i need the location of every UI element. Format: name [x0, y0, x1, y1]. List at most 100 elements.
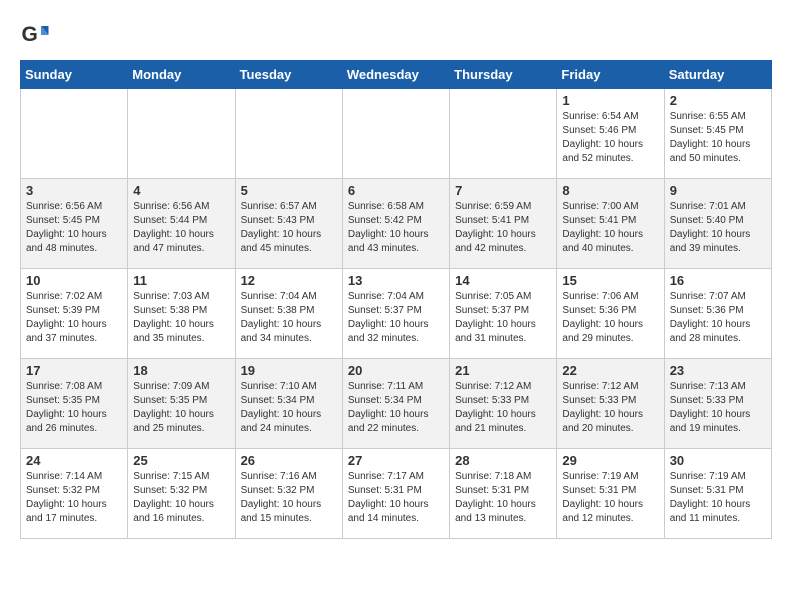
day-info: Sunrise: 7:12 AM Sunset: 5:33 PM Dayligh… [455, 380, 551, 436]
logo: G [20, 20, 54, 50]
day-number: 4 [133, 183, 229, 198]
day-info: Sunrise: 7:00 AM Sunset: 5:41 PM Dayligh… [562, 200, 658, 256]
calendar-cell: 6 Sunrise: 6:58 AM Sunset: 5:42 PM Daylig… [342, 179, 449, 269]
weekday-monday: Monday [128, 61, 235, 89]
calendar-cell: 5 Sunrise: 6:57 AM Sunset: 5:43 PM Daylig… [235, 179, 342, 269]
day-info: Sunrise: 7:03 AM Sunset: 5:38 PM Dayligh… [133, 290, 229, 346]
weekday-tuesday: Tuesday [235, 61, 342, 89]
calendar-cell: 28Sunrise: 7:18 AM Sunset: 5:31 PM Dayli… [450, 449, 557, 539]
day-info: Sunrise: 6:58 AM Sunset: 5:42 PM Dayligh… [348, 200, 444, 256]
day-number: 27 [348, 453, 444, 468]
day-number: 13 [348, 273, 444, 288]
day-number: 30 [670, 453, 766, 468]
calendar-cell: 21 Sunrise: 7:12 AM Sunset: 5:33 PM Dayli… [450, 359, 557, 449]
calendar-week-3: 10Sunrise: 7:02 AM Sunset: 5:39 PM Dayli… [21, 269, 772, 359]
calendar-body: 1 Sunrise: 6:54 AM Sunset: 5:46 PM Daylig… [21, 89, 772, 539]
calendar-week-2: 3 Sunrise: 6:56 AM Sunset: 5:45 PM Daylig… [21, 179, 772, 269]
day-info: Sunrise: 6:57 AM Sunset: 5:43 PM Dayligh… [241, 200, 337, 256]
calendar-week-4: 17Sunrise: 7:08 AM Sunset: 5:35 PM Dayli… [21, 359, 772, 449]
day-number: 24 [26, 453, 122, 468]
day-info: Sunrise: 7:15 AM Sunset: 5:32 PM Dayligh… [133, 470, 229, 526]
day-info: Sunrise: 7:17 AM Sunset: 5:31 PM Dayligh… [348, 470, 444, 526]
calendar-cell [342, 89, 449, 179]
day-info: Sunrise: 7:16 AM Sunset: 5:32 PM Dayligh… [241, 470, 337, 526]
calendar-cell: 7 Sunrise: 6:59 AM Sunset: 5:41 PM Daylig… [450, 179, 557, 269]
calendar-cell [128, 89, 235, 179]
day-number: 1 [562, 93, 658, 108]
calendar-cell: 22 Sunrise: 7:12 AM Sunset: 5:33 PM Dayli… [557, 359, 664, 449]
calendar-cell: 18 Sunrise: 7:09 AM Sunset: 5:35 PM Dayli… [128, 359, 235, 449]
day-info: Sunrise: 7:14 AM Sunset: 5:32 PM Dayligh… [26, 470, 122, 526]
day-info: Sunrise: 7:06 AM Sunset: 5:36 PM Dayligh… [562, 290, 658, 346]
day-number: 25 [133, 453, 229, 468]
weekday-sunday: Sunday [21, 61, 128, 89]
day-info: Sunrise: 7:11 AM Sunset: 5:34 PM Dayligh… [348, 380, 444, 436]
calendar-cell: 30 Sunrise: 7:19 AM Sunset: 5:31 PM Dayli… [664, 449, 771, 539]
calendar-cell: 1 Sunrise: 6:54 AM Sunset: 5:46 PM Daylig… [557, 89, 664, 179]
calendar-week-1: 1 Sunrise: 6:54 AM Sunset: 5:46 PM Daylig… [21, 89, 772, 179]
day-number: 7 [455, 183, 551, 198]
day-info: Sunrise: 7:12 AM Sunset: 5:33 PM Dayligh… [562, 380, 658, 436]
day-number: 16 [670, 273, 766, 288]
calendar-cell: 11 Sunrise: 7:03 AM Sunset: 5:38 PM Dayli… [128, 269, 235, 359]
calendar-week-5: 24 Sunrise: 7:14 AM Sunset: 5:32 PM Dayli… [21, 449, 772, 539]
calendar-cell: 12 Sunrise: 7:04 AM Sunset: 5:38 PM Dayli… [235, 269, 342, 359]
calendar-cell: 20 Sunrise: 7:11 AM Sunset: 5:34 PM Dayli… [342, 359, 449, 449]
day-number: 19 [241, 363, 337, 378]
day-info: Sunrise: 7:13 AM Sunset: 5:33 PM Dayligh… [670, 380, 766, 436]
weekday-thursday: Thursday [450, 61, 557, 89]
day-number: 3 [26, 183, 122, 198]
calendar-cell: 2Sunrise: 6:55 AM Sunset: 5:45 PM Daylig… [664, 89, 771, 179]
day-info: Sunrise: 7:02 AM Sunset: 5:39 PM Dayligh… [26, 290, 122, 346]
day-number: 6 [348, 183, 444, 198]
day-info: Sunrise: 7:04 AM Sunset: 5:38 PM Dayligh… [241, 290, 337, 346]
calendar-cell [21, 89, 128, 179]
day-info: Sunrise: 6:59 AM Sunset: 5:41 PM Dayligh… [455, 200, 551, 256]
day-number: 21 [455, 363, 551, 378]
weekday-friday: Friday [557, 61, 664, 89]
day-info: Sunrise: 6:54 AM Sunset: 5:46 PM Dayligh… [562, 110, 658, 166]
weekday-wednesday: Wednesday [342, 61, 449, 89]
day-number: 12 [241, 273, 337, 288]
day-number: 22 [562, 363, 658, 378]
day-info: Sunrise: 7:04 AM Sunset: 5:37 PM Dayligh… [348, 290, 444, 346]
day-info: Sunrise: 7:01 AM Sunset: 5:40 PM Dayligh… [670, 200, 766, 256]
calendar-cell: 13 Sunrise: 7:04 AM Sunset: 5:37 PM Dayli… [342, 269, 449, 359]
day-info: Sunrise: 6:56 AM Sunset: 5:45 PM Dayligh… [26, 200, 122, 256]
day-number: 15 [562, 273, 658, 288]
day-number: 5 [241, 183, 337, 198]
calendar-cell: 15 Sunrise: 7:06 AM Sunset: 5:36 PM Dayli… [557, 269, 664, 359]
day-number: 29 [562, 453, 658, 468]
day-number: 20 [348, 363, 444, 378]
calendar-cell: 9Sunrise: 7:01 AM Sunset: 5:40 PM Daylig… [664, 179, 771, 269]
day-info: Sunrise: 6:56 AM Sunset: 5:44 PM Dayligh… [133, 200, 229, 256]
day-number: 18 [133, 363, 229, 378]
day-number: 26 [241, 453, 337, 468]
svg-text:G: G [22, 23, 38, 46]
day-number: 11 [133, 273, 229, 288]
day-number: 17 [26, 363, 122, 378]
calendar-cell: 27 Sunrise: 7:17 AM Sunset: 5:31 PM Dayli… [342, 449, 449, 539]
calendar-cell [235, 89, 342, 179]
day-number: 14 [455, 273, 551, 288]
calendar-cell: 29 Sunrise: 7:19 AM Sunset: 5:31 PM Dayli… [557, 449, 664, 539]
logo-icon: G [20, 20, 50, 50]
calendar-cell: 10Sunrise: 7:02 AM Sunset: 5:39 PM Dayli… [21, 269, 128, 359]
day-number: 2 [670, 93, 766, 108]
day-info: Sunrise: 7:10 AM Sunset: 5:34 PM Dayligh… [241, 380, 337, 436]
day-info: Sunrise: 7:19 AM Sunset: 5:31 PM Dayligh… [670, 470, 766, 526]
calendar-cell: 26 Sunrise: 7:16 AM Sunset: 5:32 PM Dayli… [235, 449, 342, 539]
day-number: 8 [562, 183, 658, 198]
calendar-cell: 3 Sunrise: 6:56 AM Sunset: 5:45 PM Daylig… [21, 179, 128, 269]
day-number: 23 [670, 363, 766, 378]
day-info: Sunrise: 7:19 AM Sunset: 5:31 PM Dayligh… [562, 470, 658, 526]
day-info: Sunrise: 7:07 AM Sunset: 5:36 PM Dayligh… [670, 290, 766, 346]
day-number: 28 [455, 453, 551, 468]
day-info: Sunrise: 7:09 AM Sunset: 5:35 PM Dayligh… [133, 380, 229, 436]
calendar-cell: 17Sunrise: 7:08 AM Sunset: 5:35 PM Dayli… [21, 359, 128, 449]
day-info: Sunrise: 7:05 AM Sunset: 5:37 PM Dayligh… [455, 290, 551, 346]
calendar-cell: 24 Sunrise: 7:14 AM Sunset: 5:32 PM Dayli… [21, 449, 128, 539]
weekday-saturday: Saturday [664, 61, 771, 89]
page-header: G [20, 20, 772, 50]
calendar-cell: 23 Sunrise: 7:13 AM Sunset: 5:33 PM Dayli… [664, 359, 771, 449]
